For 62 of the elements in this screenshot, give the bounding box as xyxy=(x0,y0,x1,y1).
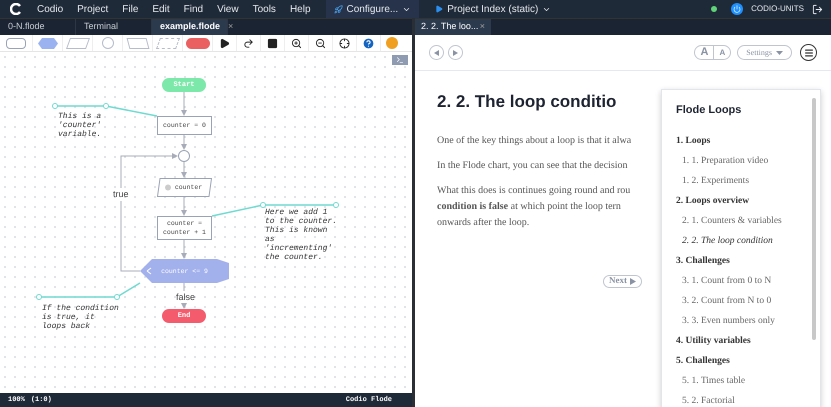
menu-item[interactable]: Codio xyxy=(30,2,70,16)
left-triangle-icon xyxy=(434,50,439,56)
connector-arrow xyxy=(181,162,187,178)
menu-item[interactable]: Project xyxy=(70,2,116,16)
junction-node xyxy=(178,150,190,162)
right-triangle-icon xyxy=(453,50,458,56)
lesson-link[interactable]: 2. 2. The loop condition xyxy=(676,230,773,250)
guide-tab[interactable]: 2. 2. The loo...× xyxy=(415,19,491,35)
menu-item[interactable]: File xyxy=(115,2,146,16)
paragraph-line: What this does is continues going round and rou xyxy=(437,184,630,198)
section-link[interactable]: 1. Loops xyxy=(676,130,710,150)
section-link[interactable]: 5. Challenges xyxy=(676,350,730,370)
section-link[interactable]: 4. Utility variables xyxy=(676,330,751,350)
menu-item[interactable]: Tools xyxy=(246,2,283,16)
terminal-icon[interactable] xyxy=(392,55,408,65)
rocket-icon xyxy=(334,4,343,14)
section-link[interactable]: 2. Loops overview xyxy=(676,190,750,210)
section-link[interactable]: 3. Challenges xyxy=(676,250,730,270)
contents-title: Flode Loops xyxy=(676,103,742,118)
lesson-link[interactable]: 3. 3. Even numbers only xyxy=(676,310,775,330)
lesson-link[interactable]: 2. 1. Counters & variables xyxy=(676,210,782,230)
edge-label: true xyxy=(113,188,129,200)
connector-arrow xyxy=(181,92,187,116)
power-icon[interactable] xyxy=(731,3,744,15)
close-tab[interactable]: × xyxy=(480,20,485,34)
paragraph-line: condition is false at which point the loop tern xyxy=(437,200,621,214)
connector-arrow xyxy=(181,196,187,216)
lesson-link[interactable]: 3. 1. Count from 0 to N xyxy=(676,270,772,290)
play-icon xyxy=(435,5,444,13)
menu-item[interactable]: Edit xyxy=(145,2,177,16)
configure-menu[interactable]: Configure... xyxy=(326,0,420,18)
paragraph-line: onwards after the loop. xyxy=(437,216,530,230)
connector-arrow xyxy=(181,240,187,259)
logo-icon xyxy=(10,3,22,15)
comment-text: If the condition is true, it loops back xyxy=(42,304,120,331)
play-icon xyxy=(630,278,636,284)
next-page-button[interactable] xyxy=(448,45,463,60)
lesson-link[interactable]: 5. 2. Factorial xyxy=(676,390,735,407)
menu-button[interactable] xyxy=(800,44,817,61)
lesson-link[interactable]: 5. 1. Times table xyxy=(676,370,746,390)
menu-item[interactable]: View xyxy=(210,2,246,16)
menu-item[interactable]: Help xyxy=(282,2,318,16)
lesson-link[interactable]: 1. 2. Experiments xyxy=(676,170,750,190)
connector-arrow xyxy=(181,134,187,150)
scrollbar-thumb[interactable] xyxy=(812,98,816,340)
close-tab[interactable]: × xyxy=(228,20,234,34)
export-icon[interactable] xyxy=(386,37,398,49)
previous-button[interactable] xyxy=(429,45,444,60)
paragraph-line: In the Flode chart, you can see that the decision xyxy=(437,158,628,172)
preview-menu[interactable]: Project Index (static) xyxy=(427,2,560,16)
caret-icon xyxy=(776,50,783,54)
user-name[interactable]: CODIO-UNITS xyxy=(751,3,804,15)
comment-text: This is a 'counter' variable. xyxy=(58,112,102,139)
page-heading: 2. 2. The loop conditio xyxy=(437,91,616,113)
menu-item[interactable]: Find xyxy=(176,2,210,16)
menu-icon xyxy=(804,48,814,58)
paragraph-line: One of the key things about a loop is that it alwa xyxy=(437,134,632,148)
logout-icon[interactable] xyxy=(812,4,823,14)
comment-text: Here we add 1 to the counter. This is known as 'incrementing' the counter. xyxy=(265,208,338,262)
edge-label: false xyxy=(176,291,196,303)
lesson-link[interactable]: 3. 2. Count from N to 0 xyxy=(676,290,772,310)
lesson-link[interactable]: 1. 1. Preparation video xyxy=(676,150,768,170)
